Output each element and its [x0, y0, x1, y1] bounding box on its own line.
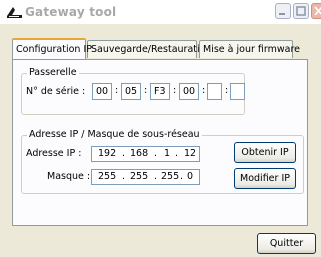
- serial-separator: :: [115, 85, 119, 96]
- modify-ip-button[interactable]: Modifier IP: [234, 168, 296, 189]
- ip-octet-2: 168: [130, 148, 149, 159]
- get-ip-button[interactable]: Obtenir IP: [234, 142, 296, 163]
- serial-field-5[interactable]: [207, 83, 222, 100]
- serial-field-1[interactable]: 00: [92, 83, 112, 100]
- serial-separator: :: [202, 85, 206, 96]
- passerelle-group: Passerelle N° de série : 00 : 05 : F3 : …: [21, 67, 245, 115]
- serial-field-3[interactable]: F3: [150, 83, 170, 100]
- mask-octet-4: 0: [187, 171, 194, 182]
- tab-configuration-ip[interactable]: Configuration IP: [12, 38, 92, 59]
- minimize-icon: [279, 13, 285, 15]
- gateway-arrow-icon: [7, 7, 22, 18]
- close-icon: [314, 6, 321, 16]
- minimize-button[interactable]: [275, 3, 291, 19]
- serial-separator: :: [144, 85, 148, 96]
- octet-dot: .: [122, 148, 126, 159]
- serial-separator: :: [225, 85, 229, 96]
- ip-octet-3: 1: [164, 148, 171, 159]
- title-bar: Gateway tool: [0, 0, 321, 24]
- dialog-body: Configuration IP Sauvegarde/Restauration…: [0, 24, 321, 257]
- mask-octet-1: 255: [98, 171, 117, 182]
- maximize-icon: [296, 6, 306, 16]
- ip-mask-group-label: Adresse IP / Masque de sous-réseau: [27, 129, 202, 140]
- tab-mise-a-jour-firmware[interactable]: Mise à jour firmware: [199, 40, 300, 58]
- mask-octet-3: 255: [161, 171, 180, 182]
- serial-number-label: N° de série :: [26, 86, 86, 97]
- tab-panel-configuration-ip: Passerelle N° de série : 00 : 05 : F3 : …: [12, 59, 308, 226]
- serial-field-6[interactable]: [230, 83, 245, 100]
- octet-dot: .: [175, 148, 179, 159]
- mask-octet-2: 255: [130, 171, 149, 182]
- window-title: Gateway tool: [25, 5, 117, 19]
- tab-sauvegarde-restauration[interactable]: Sauvegarde/Restauration: [87, 40, 211, 58]
- subnet-mask-input[interactable]: 255 . 255 . 255 . 0: [91, 169, 200, 185]
- octet-dot: .: [154, 171, 158, 182]
- octet-dot: .: [122, 171, 126, 182]
- passerelle-group-label: Passerelle: [27, 67, 79, 78]
- mask-label: Masque :: [47, 171, 91, 182]
- ip-octet-1: 192: [98, 148, 117, 159]
- ip-address-input[interactable]: 192 . 168 . 1 . 12: [91, 146, 200, 162]
- serial-field-2[interactable]: 05: [121, 83, 141, 100]
- maximize-button[interactable]: [293, 3, 309, 19]
- serial-field-4[interactable]: 00: [179, 83, 199, 100]
- ip-mask-group: Adresse IP / Masque de sous-réseau Adres…: [21, 129, 304, 194]
- close-button[interactable]: [311, 3, 321, 19]
- octet-dot: .: [180, 171, 184, 182]
- serial-separator: :: [173, 85, 177, 96]
- ip-address-label: Adresse IP :: [26, 148, 82, 159]
- quit-button[interactable]: Quitter: [257, 233, 316, 254]
- octet-dot: .: [154, 148, 158, 159]
- ip-octet-4: 12: [184, 148, 197, 159]
